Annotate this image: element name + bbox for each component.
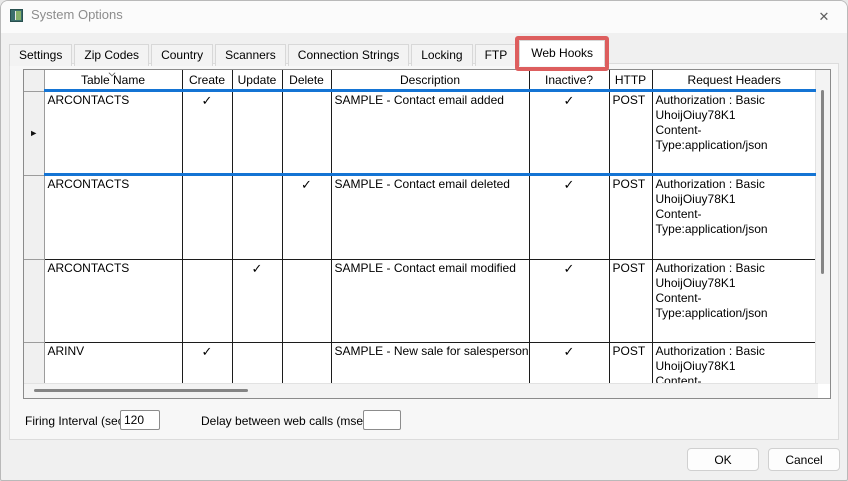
delay-between-calls-label: Delay between web calls (msec): <box>201 414 377 428</box>
cell-delete-check[interactable] <box>281 90 332 176</box>
focused-row-bottom-line <box>44 173 816 176</box>
tab-strip: Settings Zip Codes Country Scanners Conn… <box>9 36 610 71</box>
cell-description[interactable]: SAMPLE - Contact email deleted <box>330 174 530 260</box>
cell-update-check[interactable]: ✓ <box>231 258 283 343</box>
current-row-arrow: ► <box>29 128 39 138</box>
system-options-dialog: System Options ✕ Settings Zip Codes Coun… <box>0 0 848 481</box>
sort-glyph <box>109 70 115 76</box>
cell-delete-check[interactable] <box>281 258 332 343</box>
ok-button[interactable]: OK <box>687 448 759 471</box>
table-row[interactable]: ARCONTACTS ✓ SAMPLE - Contact email modi… <box>24 258 816 343</box>
cell-inactive-check[interactable]: ✓ <box>528 258 610 343</box>
cancel-button[interactable]: Cancel <box>768 448 840 471</box>
tab-locking[interactable]: Locking <box>411 44 473 66</box>
webhooks-grid: Table Name Create Update Delete Descript… <box>23 69 831 399</box>
cell-create-check[interactable] <box>181 258 233 343</box>
cell-update-check[interactable] <box>231 90 283 176</box>
col-header-table-name[interactable]: Table Name <box>43 70 183 92</box>
vertical-scrollbar-thumb[interactable] <box>821 90 824 274</box>
cell-request-headers[interactable]: Authorization : Basic UhoijOiuy78K1 Cont… <box>651 90 816 176</box>
cell-http[interactable]: POST <box>608 258 653 343</box>
tab-zip-codes[interactable]: Zip Codes <box>74 44 150 66</box>
cell-request-headers[interactable]: Authorization : Basic UhoijOiuy78K1 Cont… <box>651 174 816 260</box>
col-header-inactive[interactable]: Inactive? <box>528 70 610 92</box>
tab-web-hooks-label: Web Hooks <box>531 46 594 60</box>
tab-scanners[interactable]: Scanners <box>215 44 286 66</box>
cell-inactive-check[interactable]: ✓ <box>528 90 610 176</box>
cell-delete-check[interactable]: ✓ <box>281 174 332 260</box>
row-selector-cell[interactable] <box>24 258 45 343</box>
app-icon <box>10 9 23 22</box>
cell-request-headers[interactable]: Authorization : Basic UhoijOiuy78K1 Cont… <box>651 258 816 343</box>
tab-settings[interactable]: Settings <box>9 44 73 66</box>
cell-create-check[interactable]: ✓ <box>181 90 233 176</box>
row-selector-cell[interactable] <box>24 174 45 260</box>
cell-table-name[interactable]: ARCONTACTS <box>43 174 183 260</box>
col-header-update[interactable]: Update <box>231 70 283 92</box>
grid-header-row: Table Name Create Update Delete Descript… <box>24 70 816 92</box>
row-selector-cell[interactable]: ► <box>24 90 45 176</box>
cell-update-check[interactable] <box>231 174 283 260</box>
firing-interval-input[interactable] <box>120 410 160 430</box>
firing-interval-label: Firing Interval (sec): <box>25 414 132 428</box>
cell-table-name[interactable]: ARCONTACTS <box>43 90 183 176</box>
cell-create-check[interactable] <box>181 174 233 260</box>
table-row[interactable]: ► ARCONTACTS ✓ SAMPLE - Contact email ad… <box>24 90 816 176</box>
cell-inactive-check[interactable]: ✓ <box>528 174 610 260</box>
cell-description[interactable]: SAMPLE - Contact email added <box>330 90 530 176</box>
title-bar: System Options ✕ <box>1 1 847 33</box>
col-header-request-headers[interactable]: Request Headers <box>651 70 816 92</box>
window-title: System Options <box>31 7 123 22</box>
cell-table-name[interactable]: ARCONTACTS <box>43 258 183 343</box>
cell-http[interactable]: POST <box>608 174 653 260</box>
tab-ftp[interactable]: FTP <box>474 44 518 66</box>
col-header-create[interactable]: Create <box>181 70 233 92</box>
tab-country[interactable]: Country <box>151 44 214 66</box>
delay-between-calls-input[interactable] <box>363 410 401 430</box>
horizontal-scrollbar-thumb[interactable] <box>34 389 248 392</box>
grid-corner-cell <box>24 70 45 92</box>
col-header-delete[interactable]: Delete <box>281 70 332 92</box>
horizontal-scrollbar[interactable] <box>24 383 818 398</box>
focused-row-top-line <box>44 89 816 92</box>
col-header-http[interactable]: HTTP <box>608 70 653 92</box>
webhooks-table: Table Name Create Update Delete Descript… <box>24 70 816 398</box>
tab-web-hooks[interactable]: Web Hooks <box>515 36 610 71</box>
tab-connection-strings[interactable]: Connection Strings <box>287 44 410 66</box>
close-icon[interactable]: ✕ <box>809 5 839 29</box>
cell-description[interactable]: SAMPLE - Contact email modified <box>330 258 530 343</box>
cell-http[interactable]: POST <box>608 90 653 176</box>
col-header-description[interactable]: Description <box>330 70 530 92</box>
table-row[interactable]: ARCONTACTS ✓ SAMPLE - Contact email dele… <box>24 174 816 260</box>
vertical-scrollbar[interactable] <box>815 70 830 384</box>
